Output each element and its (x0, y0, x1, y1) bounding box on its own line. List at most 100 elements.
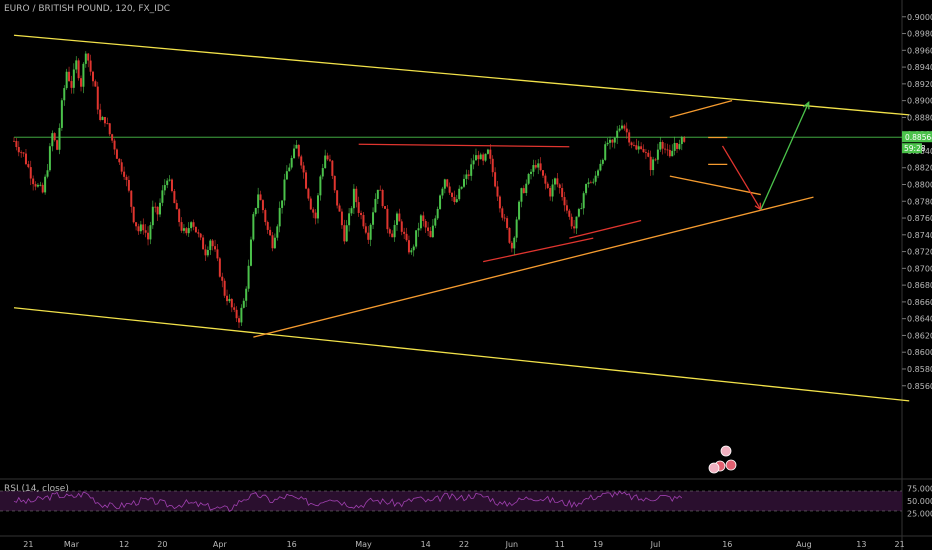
candle-body (36, 184, 39, 187)
candle-body (486, 149, 489, 154)
candle-body (46, 170, 49, 177)
candle-body (15, 140, 18, 148)
candle-body (417, 228, 420, 231)
candle-body (479, 154, 482, 160)
candle-body (644, 152, 647, 153)
candle-body (269, 229, 272, 236)
candle-body (424, 221, 427, 228)
candle-body (625, 128, 628, 133)
event-badge-icon (720, 445, 732, 457)
candle-body (328, 159, 331, 161)
candle-body (216, 249, 219, 259)
time-tick-label: 19 (593, 540, 603, 549)
candle-body (99, 109, 102, 120)
price-axis[interactable]: 0.90000 0.89800 0.89600 0.89400 0.89200 0.890… (902, 13, 932, 391)
candle-body (226, 295, 229, 302)
candle-body (221, 276, 224, 281)
candle-body (534, 165, 537, 168)
candle-body (264, 210, 267, 223)
candle-body (58, 127, 61, 150)
candle-body (532, 165, 535, 172)
candle-body (170, 179, 173, 192)
candle-body (398, 213, 401, 222)
candle-body (168, 179, 171, 181)
time-tick-label: Apr (213, 540, 228, 549)
candle-body (513, 237, 516, 249)
candle-body (91, 71, 94, 82)
time-tick-label: May (355, 540, 372, 549)
event-badge-icon (708, 462, 720, 474)
candle-body (84, 53, 87, 64)
candle-body (70, 81, 73, 88)
candle-body (558, 184, 561, 189)
time-tick-label: Jun (505, 540, 519, 549)
candle-body (173, 191, 176, 204)
candle-body (125, 176, 128, 180)
candle-body (75, 60, 78, 70)
time-tick-label: Jul (650, 540, 661, 549)
candle-body (410, 250, 413, 253)
candle-body (436, 208, 439, 219)
price-tick-label: 0.87400 (907, 231, 932, 240)
candle-body (297, 144, 300, 157)
candle-body (154, 206, 157, 208)
candle-body (455, 199, 458, 203)
candle-body (288, 167, 291, 172)
time-tick-label: 13 (856, 540, 866, 549)
candle-body (563, 197, 566, 206)
time-tick-label: 16 (287, 540, 297, 549)
candle-body (147, 232, 150, 240)
candle-body (673, 142, 676, 151)
candle-body (63, 88, 66, 101)
candle-body (87, 53, 90, 61)
candle-body (556, 178, 559, 185)
candle-body (434, 218, 437, 226)
rsi-band (0, 491, 902, 511)
rsi-tick-label: 50.0000 (907, 497, 932, 506)
candle-body (506, 218, 509, 228)
time-tick-label: 22 (459, 540, 469, 549)
candle-body (340, 211, 343, 226)
candle-body (393, 224, 396, 238)
candle-body (261, 200, 264, 211)
candle-body (680, 137, 683, 145)
candle-body (132, 206, 135, 223)
candle-body (32, 178, 35, 185)
candle-body (604, 144, 607, 160)
candle-body (161, 190, 164, 203)
candle-body (403, 231, 406, 234)
candle-body (352, 188, 355, 209)
time-tick-label: 14 (421, 540, 431, 549)
candle-body (156, 206, 159, 215)
candle-body (484, 153, 487, 161)
candle-body (343, 225, 346, 242)
candle-body (56, 140, 59, 150)
price-tick-label: 0.89600 (907, 46, 932, 55)
rsi-tick-label: 75.0000 (907, 485, 932, 494)
candle-body (618, 128, 621, 131)
candle-body (503, 217, 506, 219)
candle-body (111, 134, 114, 141)
candle-body (539, 163, 542, 171)
candle-body (137, 226, 140, 232)
price-tick-label: 0.88200 (907, 164, 932, 173)
candle-body (541, 170, 544, 176)
candle-body (17, 147, 20, 153)
candle-body (185, 228, 188, 234)
candle-body (431, 225, 434, 238)
candle-body (362, 215, 365, 227)
candle-body (407, 240, 410, 253)
candle-body (379, 189, 382, 191)
price-tick-label: 0.86200 (907, 331, 932, 340)
candle-body (68, 71, 71, 82)
price-chart[interactable]: 75.0000 50.0000 25.0000 0.90000 0.89800 0.89… (0, 0, 932, 550)
candle-body (290, 158, 293, 168)
price-tick-label: 0.88000 (907, 180, 932, 189)
candle-body (190, 222, 193, 229)
candle-body (415, 230, 418, 247)
candle-body (489, 149, 492, 159)
candle-body (522, 188, 525, 194)
candle-body (206, 250, 209, 256)
candle-body (683, 137, 686, 142)
candle-body (376, 189, 379, 199)
